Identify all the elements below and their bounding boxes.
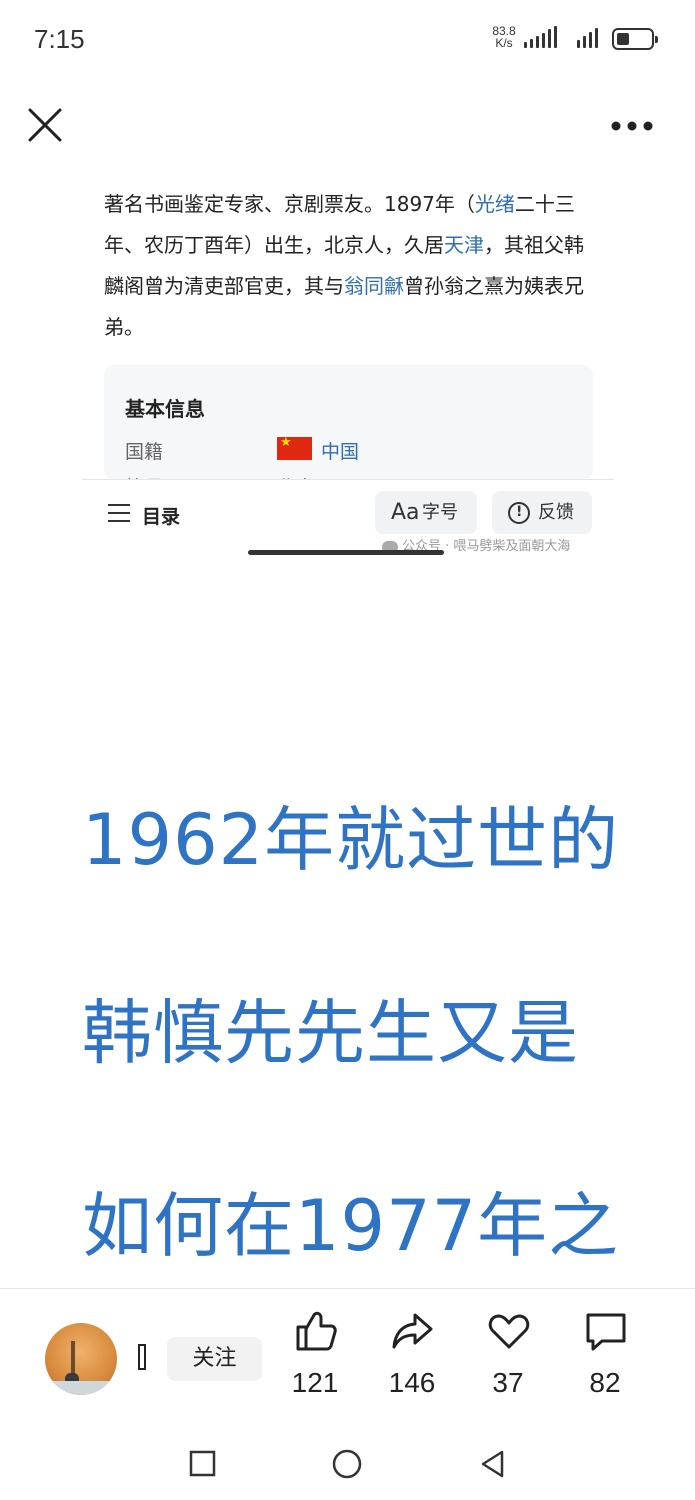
more-dots-icon [611, 121, 653, 131]
basic-info-card: 基本信息 国籍 ★ 中国 籍贯 北京 [104, 365, 593, 479]
article-link[interactable]: 天津 [444, 233, 484, 257]
square-recents-icon [189, 1450, 216, 1477]
nationality-value[interactable]: 中国 [321, 437, 359, 464]
font-size-label: 字号 [422, 502, 458, 523]
article-text-segment: 著名书画鉴定专家、京剧票友。1897年（ [104, 192, 475, 216]
article-paragraph: 著名书画鉴定专家、京剧票友。1897年（光绪二十三年、农历丁酉年）出生，北京人，… [104, 184, 594, 348]
font-size-button[interactable]: Aa 字号 [375, 491, 477, 534]
recents-button[interactable] [188, 1448, 218, 1482]
comment-count: 82 [589, 1367, 621, 1398]
battery-icon [612, 28, 658, 50]
article-link[interactable]: 光绪 [475, 192, 515, 216]
share-count: 146 [388, 1367, 436, 1398]
feedback-button[interactable]: 反馈 [492, 491, 592, 534]
follow-button[interactable]: 关注 [167, 1337, 262, 1381]
status-bar: 7:15 83.8 K/s [0, 0, 695, 80]
close-button[interactable] [26, 106, 66, 146]
headline-line-1: 1962年就过世的 [82, 799, 620, 881]
favorite-button[interactable]: 37 [468, 1309, 548, 1409]
author-name-placeholder[interactable] [138, 1344, 146, 1370]
more-options-button[interactable] [606, 112, 658, 140]
share-arrow-icon [392, 1313, 433, 1349]
home-button[interactable] [331, 1448, 363, 1484]
headline-line-3: 如何在1977年之 [82, 1185, 620, 1267]
info-card-title: 基本信息 [125, 397, 205, 421]
font-size-icon: Aa [391, 500, 420, 525]
thumbs-up-icon [296, 1311, 337, 1351]
toc-button[interactable]: 目录 [142, 502, 180, 529]
heart-icon [488, 1314, 530, 1349]
network-speed: 83.8 K/s [492, 24, 516, 50]
feedback-icon [508, 502, 530, 524]
menu-list-icon[interactable] [108, 504, 130, 522]
bottom-interaction-bar: 关注 121 146 37 82 [0, 1288, 695, 1426]
like-button[interactable]: 121 [275, 1309, 355, 1409]
close-icon [28, 108, 62, 142]
article-link[interactable]: 翁同龢 [344, 274, 404, 298]
back-button[interactable] [478, 1448, 508, 1484]
share-button[interactable]: 146 [372, 1309, 452, 1409]
feedback-label: 反馈 [538, 502, 574, 523]
like-count: 121 [291, 1367, 339, 1398]
author-avatar[interactable] [45, 1323, 117, 1395]
china-flag-icon: ★ [277, 435, 312, 460]
triangle-back-icon [481, 1450, 504, 1478]
article-toolbar: 目录 Aa 字号 反馈 [82, 479, 614, 537]
headline-line-2: 韩慎先先生又是 [82, 992, 579, 1074]
circle-home-icon [332, 1449, 362, 1479]
screenshot-home-indicator [248, 550, 444, 555]
nationality-label: 国籍 [125, 441, 164, 463]
comment-bubble-icon [586, 1313, 626, 1351]
status-time: 7:15 [34, 24, 85, 54]
favorite-count: 37 [492, 1367, 524, 1398]
comment-button[interactable]: 82 [565, 1309, 645, 1409]
